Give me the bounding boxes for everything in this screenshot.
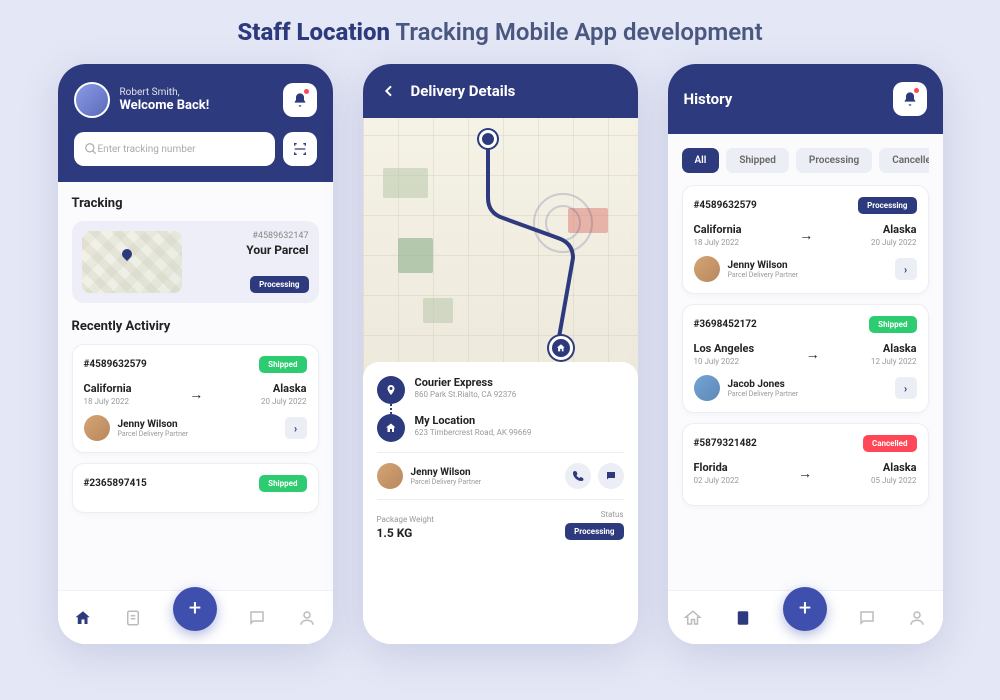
expand-button[interactable]: ›	[895, 258, 917, 280]
expand-button[interactable]: ›	[285, 417, 307, 439]
destination-pin-icon	[549, 336, 573, 360]
status-badge: Shipped	[869, 316, 916, 333]
tracking-number-field[interactable]	[98, 144, 265, 155]
scan-button[interactable]	[283, 132, 317, 166]
location-pin-icon	[377, 376, 405, 404]
screen-title: Delivery Details	[411, 82, 516, 100]
my-location-address: 623 Timbercrest Road, AK 99669	[415, 428, 532, 437]
chat-icon	[248, 609, 266, 627]
weight-label: Package Weight	[377, 515, 434, 524]
status-badge: Processing	[565, 523, 623, 540]
tracking-label: Your Parcel	[246, 243, 308, 257]
history-card[interactable]: #5879321482Cancelled Florida02 July 2022…	[682, 423, 929, 506]
history-card[interactable]: #3698452172Shipped Los Angeles10 July 20…	[682, 304, 929, 413]
avatar[interactable]	[74, 82, 110, 118]
activity-id: #2365897415	[84, 478, 147, 489]
bottom-nav: +	[668, 590, 943, 644]
user-icon	[908, 609, 926, 627]
my-location-label: My Location	[415, 414, 532, 427]
recent-heading: Recently Activiry	[72, 319, 319, 334]
home-screen: Robert Smith, Welcome Back! Tracking	[58, 64, 333, 644]
partner-avatar	[694, 375, 720, 401]
bottom-nav: +	[58, 590, 333, 644]
chat-icon	[605, 470, 617, 482]
user-name: Robert Smith,	[120, 87, 210, 98]
arrow-right-icon: →	[806, 346, 820, 363]
status-badge: Processing	[858, 197, 916, 214]
nav-chat[interactable]	[247, 608, 267, 628]
status-badge: Processing	[250, 276, 308, 293]
document-icon	[734, 609, 752, 627]
weight-value: 1.5 KG	[377, 526, 434, 540]
activity-id: #4589632579	[84, 359, 147, 370]
activity-card[interactable]: #4589632579 Shipped California18 July 20…	[72, 344, 319, 453]
scan-icon	[292, 141, 308, 157]
status-badge: Shipped	[259, 475, 306, 492]
screen-title: History	[684, 90, 733, 108]
search-icon	[84, 142, 98, 156]
origin-pin-icon	[479, 130, 497, 148]
status-badge: Shipped	[259, 356, 306, 373]
user-icon	[298, 609, 316, 627]
history-screen: History All Shipped Processing Cancelled…	[668, 64, 943, 644]
tab-all[interactable]: All	[682, 148, 720, 173]
expand-button[interactable]: ›	[895, 377, 917, 399]
partner-avatar	[377, 463, 403, 489]
arrow-right-icon: →	[799, 227, 813, 244]
home-icon	[74, 609, 92, 627]
chat-icon	[858, 609, 876, 627]
notification-button[interactable]	[893, 82, 927, 116]
phone-icon	[572, 470, 584, 482]
home-icon	[377, 414, 405, 442]
home-icon	[684, 609, 702, 627]
nav-orders[interactable]	[733, 608, 753, 628]
mini-map	[82, 231, 182, 293]
tab-shipped[interactable]: Shipped	[726, 148, 789, 173]
route-map[interactable]	[363, 118, 638, 376]
notification-button[interactable]	[283, 83, 317, 117]
message-button[interactable]	[598, 463, 624, 489]
bell-icon	[902, 91, 918, 107]
tab-processing[interactable]: Processing	[796, 148, 872, 173]
page-title: Staff Location Tracking Mobile App devel…	[0, 0, 1000, 54]
history-card[interactable]: #4589632579Processing California18 July …	[682, 185, 929, 294]
nav-orders[interactable]	[123, 608, 143, 628]
activity-card[interactable]: #2365897415 Shipped	[72, 463, 319, 513]
detail-screen: Delivery Details Courier Express860 Park…	[363, 64, 638, 644]
nav-home[interactable]	[73, 608, 93, 628]
nav-home[interactable]	[683, 608, 703, 628]
tracking-card[interactable]: #4589632147 Your Parcel Processing	[72, 221, 319, 303]
nav-profile[interactable]	[297, 608, 317, 628]
nav-add-button[interactable]: +	[173, 587, 217, 631]
document-icon	[124, 609, 142, 627]
partner-avatar	[84, 415, 110, 441]
welcome-text: Welcome Back!	[120, 98, 210, 113]
status-label: Status	[565, 510, 623, 519]
tracking-id: #4589632147	[246, 231, 308, 241]
tab-cancelled[interactable]: Cancelled	[879, 148, 928, 173]
nav-chat[interactable]	[857, 608, 877, 628]
arrow-right-icon: →	[798, 465, 812, 482]
call-button[interactable]	[565, 463, 591, 489]
courier-name: Courier Express	[415, 376, 517, 389]
status-badge: Cancelled	[863, 435, 917, 452]
nav-add-button[interactable]: +	[783, 587, 827, 631]
tracking-heading: Tracking	[72, 196, 319, 211]
chevron-left-icon	[381, 83, 397, 99]
back-button[interactable]	[379, 83, 399, 99]
partner-avatar	[694, 256, 720, 282]
nav-profile[interactable]	[907, 608, 927, 628]
arrow-right-icon: →	[189, 386, 203, 403]
courier-address: 860 Park St.Rialto, CA 92376	[415, 390, 517, 399]
bell-icon	[292, 92, 308, 108]
search-input[interactable]	[74, 132, 275, 166]
